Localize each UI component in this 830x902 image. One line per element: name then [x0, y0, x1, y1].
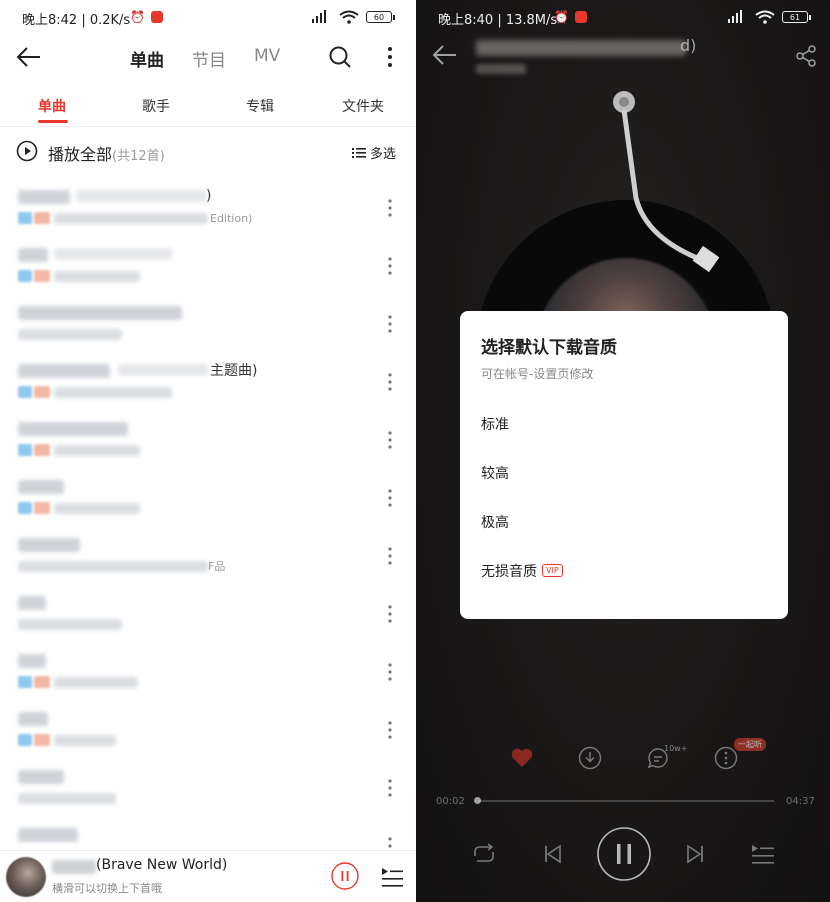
repeat-icon[interactable] — [470, 840, 498, 868]
alarm-icon: ⏰ — [130, 10, 145, 24]
more-vertical-icon[interactable] — [386, 720, 394, 740]
quality-option-lossless[interactable]: 无损音质 VIP — [481, 561, 563, 581]
progress-thumb[interactable] — [474, 797, 481, 804]
song-title-fragment: d) — [680, 36, 697, 55]
dialog-title: 选择默认下载音质 — [481, 338, 617, 358]
quality-option-standard[interactable]: 标准 — [481, 414, 509, 434]
song-row[interactable] — [0, 418, 416, 476]
tab-folders[interactable]: 文件夹 — [342, 96, 384, 116]
song-row[interactable]: ) Edition) — [0, 186, 416, 244]
nav-tab-mv[interactable]: MV — [254, 46, 280, 66]
share-icon[interactable] — [794, 44, 818, 68]
song-subtitle-fragment: Edition) — [210, 212, 253, 225]
status-time-speed: 晚上8:42 | 0.2K/s — [22, 13, 131, 28]
mini-player-hint: 横滑可以切换上下首哦 — [52, 882, 162, 895]
next-icon[interactable] — [684, 842, 708, 866]
more-vertical-icon[interactable] — [386, 604, 394, 624]
song-title-fragment: ) — [206, 188, 212, 204]
quality-option-lossless-label: 无损音质 — [481, 564, 537, 580]
song-row[interactable] — [0, 476, 416, 534]
pause-icon[interactable] — [331, 862, 359, 890]
app-notification-icon — [150, 11, 163, 23]
song-row[interactable] — [0, 302, 416, 360]
song-row[interactable] — [0, 766, 416, 824]
song-count: (共12首) — [112, 149, 165, 164]
divider — [0, 126, 416, 127]
multi-select-label: 多选 — [370, 147, 397, 162]
status-bar: 晚上8:42 | 0.2K/s 60 — [0, 0, 416, 36]
download-icon[interactable] — [578, 746, 602, 770]
more-vertical-icon[interactable] — [386, 430, 394, 450]
more-vertical-icon[interactable] — [386, 778, 394, 798]
tab-artists[interactable]: 歌手 — [142, 96, 170, 116]
dialog-subtitle: 可在帐号-设置页修改 — [481, 367, 594, 381]
more-vertical-icon[interactable] — [386, 488, 394, 508]
local-music-screen: 晚上8:42 | 0.2K/s 60 ⏰ 单曲 节目 MV 单曲 歌手 专辑 文… — [0, 0, 416, 902]
play-all-label: 播放全部 — [48, 145, 113, 164]
pause-icon[interactable] — [596, 826, 652, 882]
play-all-button[interactable]: 播放全部(共12首) — [48, 141, 165, 165]
tab-albums[interactable]: 专辑 — [246, 96, 274, 116]
quality-option-very-high[interactable]: 极高 — [481, 512, 509, 532]
more-vertical-icon[interactable] — [384, 45, 396, 69]
current-time: 00:02 — [436, 796, 465, 807]
download-quality-dialog: 选择默认下载音质 可在帐号-设置页修改 标准 较高 极高 无损音质 VIP — [460, 311, 788, 619]
more-circle-icon[interactable] — [714, 746, 738, 770]
more-vertical-icon[interactable] — [386, 546, 394, 566]
play-all-bar: 播放全部(共12首) 多选 — [0, 138, 416, 166]
player-screen: 晚上8:40 | 13.8M/s ⏰ 61 d) 10w+ 一起听 00:02 … — [416, 0, 830, 902]
song-title-fragment: 主题曲) — [210, 363, 258, 379]
album-cover[interactable] — [6, 857, 46, 897]
more-vertical-icon[interactable] — [386, 372, 394, 392]
battery-icon: 60 — [366, 11, 395, 23]
battery-icon: 61 — [782, 11, 811, 23]
signal-icon — [312, 10, 326, 23]
signal-icon — [728, 10, 742, 23]
song-row[interactable] — [0, 592, 416, 650]
song-row[interactable]: 主题曲) — [0, 360, 416, 418]
song-row[interactable] — [0, 708, 416, 766]
back-arrow-icon[interactable] — [432, 44, 458, 66]
comment-count: 10w+ — [664, 744, 688, 753]
screen: 晚上8:42 | 0.2K/s 60 ⏰ 单曲 节目 MV 单曲 歌手 专辑 文… — [0, 0, 830, 902]
list-icon — [352, 147, 366, 158]
song-subtitle-fragment: F品 — [208, 560, 226, 573]
tab-songs[interactable]: 单曲 — [38, 96, 66, 116]
previous-icon[interactable] — [540, 842, 564, 866]
nav-tab-songs[interactable]: 单曲 — [130, 46, 164, 71]
mini-player[interactable]: (Brave New World) 横滑可以切换上下首哦 — [0, 850, 416, 902]
app-notification-icon — [574, 11, 587, 23]
more-vertical-icon[interactable] — [386, 662, 394, 682]
playlist-icon[interactable] — [750, 842, 776, 866]
play-circle-icon[interactable] — [16, 140, 38, 162]
wifi-icon — [755, 10, 775, 24]
together-badge: 一起听 — [734, 738, 766, 751]
alarm-icon: ⏰ — [554, 10, 569, 24]
total-time: 04:37 — [786, 796, 815, 807]
active-tab-indicator — [38, 120, 68, 123]
heart-icon[interactable] — [510, 746, 534, 770]
song-row[interactable]: F品 — [0, 534, 416, 592]
top-nav: 单曲 节目 MV — [0, 36, 416, 80]
more-vertical-icon[interactable] — [386, 256, 394, 276]
quality-option-high[interactable]: 较高 — [481, 463, 509, 483]
song-list: ) Edition) 主题曲) F品 — [0, 186, 416, 882]
more-vertical-icon[interactable] — [386, 314, 394, 334]
more-vertical-icon[interactable] — [386, 198, 394, 218]
vip-badge: VIP — [542, 564, 563, 577]
song-row[interactable] — [0, 244, 416, 302]
playlist-icon[interactable] — [380, 864, 404, 888]
search-icon[interactable] — [328, 45, 352, 69]
song-row[interactable] — [0, 650, 416, 708]
progress-bar[interactable] — [478, 800, 774, 802]
multi-select-button[interactable]: 多选 — [352, 143, 396, 162]
nav-tab-programs[interactable]: 节目 — [192, 46, 226, 71]
wifi-icon — [339, 10, 359, 24]
back-arrow-icon[interactable] — [16, 46, 42, 68]
mini-player-title: (Brave New World) — [96, 857, 228, 873]
sub-tabs: 单曲 歌手 专辑 文件夹 — [0, 90, 416, 126]
tonearm-icon — [613, 91, 720, 273]
status-time-speed: 晚上8:40 | 13.8M/s — [438, 13, 558, 28]
